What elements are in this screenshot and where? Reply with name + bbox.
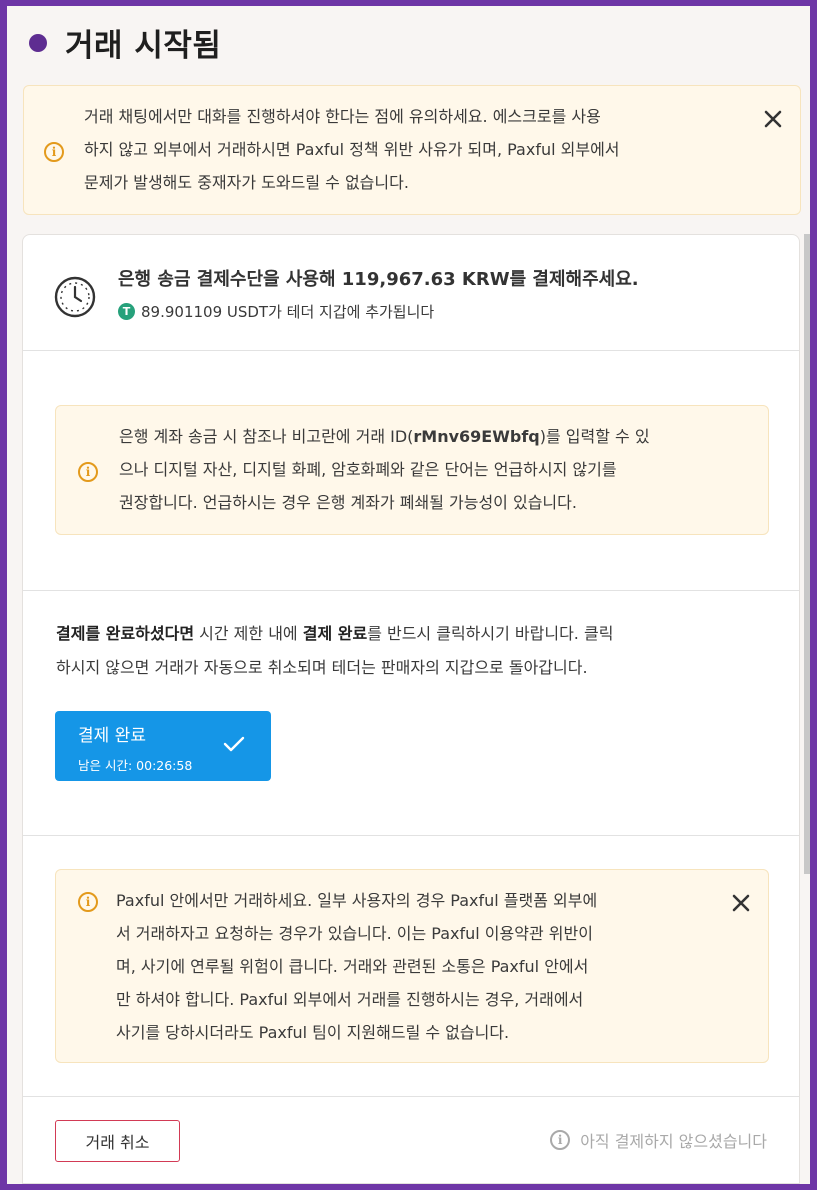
- time-remaining: 남은 시간: 00:26:58: [78, 758, 193, 773]
- instruction-bold: 결제를 완료하셨다면: [56, 624, 195, 643]
- trade-page: 거래 시작됨 i 거래 채팅에서만 대화를 진행하셔야 한다는 점에 유의하세요…: [7, 6, 810, 1184]
- alert-line: 서 거래하자고 요청하는 경우가 있습니다. 이는 Paxful 이용약관 위반…: [116, 924, 593, 943]
- info-icon: i: [44, 142, 64, 162]
- reference-line-2: 으나 디지털 자산, 디지털 화폐, 암호화폐와 같은 단어는 언급하시지 않기…: [119, 460, 617, 479]
- scrollbar[interactable]: [804, 234, 810, 874]
- instruction-line-1: 결제를 완료하셨다면 시간 제한 내에 결제 완료를 반드시 클릭하시기 바랍니…: [56, 617, 776, 651]
- payment-card: 은행 송금 결제수단을 사용해 119,967.63 KRW를 결제해주세요. …: [22, 234, 800, 1184]
- reference-text: )를 입력할 수 있: [539, 427, 650, 446]
- alert-line: 사기를 당하시더라도 Paxful 팀이 지원해드릴 수 없습니다.: [116, 1023, 510, 1042]
- alert-line: 며, 사기에 연루될 위험이 큽니다. 거래와 관련된 소통은 Paxful 안…: [116, 957, 589, 976]
- instruction-bold: 결제 완료: [302, 624, 368, 643]
- instruction-line-2: 하시지 않으면 거래가 자동으로 취소되며 테더는 판매자의 지갑으로 돌아갑니…: [56, 658, 588, 677]
- reference-text: 은행 계좌 송금 시 참조나 비고란에 거래 ID(: [119, 427, 414, 446]
- reference-line-1: 은행 계좌 송금 시 참조나 비고란에 거래 ID(rMnv69EWbfq)를 …: [119, 420, 759, 453]
- instruction-text: 시간 제한 내에: [194, 624, 303, 643]
- check-icon: [223, 736, 245, 752]
- payment-subtitle: T 89.901109 USDT가 테더 지갑에 추가됩니다: [118, 301, 434, 322]
- cancel-trade-button[interactable]: 거래 취소: [55, 1120, 180, 1162]
- alert-line: 문제가 발생해도 중재자가 도와드릴 수 없습니다.: [84, 173, 409, 192]
- reference-alert: i 은행 계좌 송금 시 참조나 비고란에 거래 ID(rMnv69EWbfq)…: [55, 405, 769, 535]
- chat-warning-text: 거래 채팅에서만 대화를 진행하셔야 한다는 점에 유의하세요. 에스크로를 사…: [84, 100, 744, 199]
- info-icon: i: [550, 1130, 571, 1150]
- divider: [23, 835, 799, 836]
- payment-instruction: 결제를 완료하셨다면 시간 제한 내에 결제 완료를 반드시 클릭하시기 바랍니…: [56, 617, 776, 685]
- divider: [23, 1096, 799, 1097]
- close-icon[interactable]: [760, 106, 786, 132]
- instruction-text: 를 반드시 클릭하시기 바랍니다. 클릭: [367, 624, 614, 643]
- page-title: 거래 시작됨: [65, 28, 222, 64]
- payment-status-text: 아직 결제하지 않으셨습니다: [580, 1132, 767, 1151]
- divider: [23, 350, 799, 351]
- clock-icon: [54, 276, 96, 318]
- chat-warning-alert: i 거래 채팅에서만 대화를 진행하셔야 한다는 점에 유의하세요. 에스크로를…: [23, 85, 801, 215]
- paxful-warning-text: Paxful 안에서만 거래하세요. 일부 사용자의 경우 Paxful 플랫폼…: [116, 884, 716, 1049]
- payment-complete-label: 결제 완료: [78, 726, 146, 746]
- payment-complete-button[interactable]: 결제 완료 남은 시간: 00:26:58: [55, 711, 271, 781]
- paxful-warning-alert: i Paxful 안에서만 거래하세요. 일부 사용자의 경우 Paxful 플…: [55, 869, 769, 1063]
- reference-alert-text: 은행 계좌 송금 시 참조나 비고란에 거래 ID(rMnv69EWbfq)를 …: [119, 420, 759, 519]
- payment-subtitle-text: 89.901109 USDT가 테더 지갑에 추가됩니다: [141, 303, 435, 321]
- reference-line-3: 권장합니다. 언급하시는 경우 은행 계좌가 폐쇄될 가능성이 있습니다.: [119, 493, 577, 512]
- alert-line: 하지 않고 외부에서 거래하시면 Paxful 정책 위반 사유가 되며, Pa…: [84, 140, 620, 159]
- trade-id: rMnv69EWbfq: [413, 427, 540, 446]
- divider: [23, 590, 799, 591]
- info-icon: i: [78, 462, 98, 482]
- status-dot: [29, 34, 47, 52]
- alert-line: 만 하셔야 합니다. Paxful 외부에서 거래를 진행하시는 경우, 거래에…: [116, 990, 584, 1009]
- tether-icon: T: [118, 303, 135, 320]
- close-icon[interactable]: [728, 890, 754, 916]
- alert-line: Paxful 안에서만 거래하세요. 일부 사용자의 경우 Paxful 플랫폼…: [116, 891, 598, 910]
- info-icon: i: [78, 892, 98, 912]
- payment-status: i 아직 결제하지 않으셨습니다: [550, 1128, 767, 1152]
- payment-title: 은행 송금 결제수단을 사용해 119,967.63 KRW를 결제해주세요.: [118, 269, 639, 290]
- alert-line: 거래 채팅에서만 대화를 진행하셔야 한다는 점에 유의하세요. 에스크로를 사…: [84, 107, 601, 126]
